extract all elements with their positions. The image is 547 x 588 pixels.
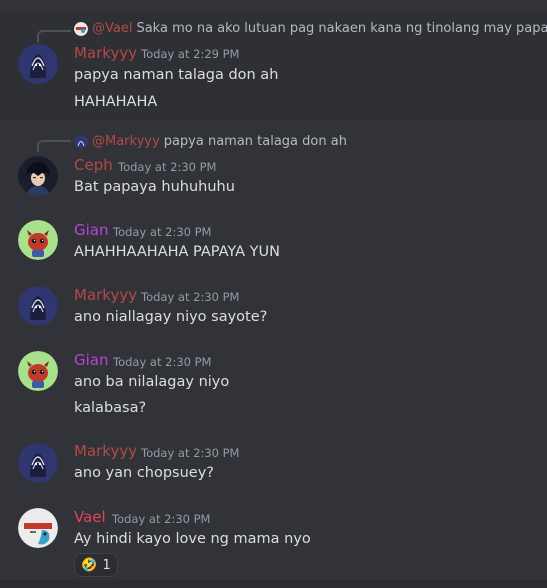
- reply-text[interactable]: Saka mo na ako lutuan pag nakaen kana ng…: [136, 21, 547, 36]
- reply-spine: [37, 140, 71, 152]
- reaction-count: 1: [102, 557, 111, 573]
- avatar[interactable]: [18, 286, 58, 326]
- message-line: kalabasa?: [74, 400, 147, 416]
- author-name[interactable]: Vael: [74, 508, 106, 526]
- message-ceph[interactable]: @Markyyy papya naman talaga don ah Ceph …: [0, 130, 547, 202]
- author-name[interactable]: Markyyy: [74, 44, 137, 62]
- message-markyyy-3[interactable]: Markyyy Today at 2:30 PM ano yan chopsue…: [0, 439, 547, 489]
- avatar[interactable]: [18, 508, 58, 548]
- timestamp: Today at 2:30 PM: [118, 160, 217, 174]
- rofl-emoji-icon: 🤣: [81, 557, 98, 573]
- reply-mention[interactable]: @Markyyy: [92, 134, 160, 149]
- timestamp: Today at 2:30 PM: [112, 512, 211, 526]
- message-gian-1[interactable]: Gian Today at 2:30 PM AHAHHAAHAHA PAPAYA…: [0, 218, 547, 268]
- reaction-button[interactable]: 🤣 1: [74, 553, 118, 577]
- message-line: Ay hindi kayo love ng mama nyo: [74, 531, 311, 547]
- message-line: papya naman talaga don ah: [74, 67, 279, 83]
- reply-text[interactable]: papya naman talaga don ah: [164, 134, 347, 149]
- message-line: ano yan chopsuey?: [74, 465, 215, 481]
- chat-message-list: @Vael Saka mo na ako lutuan pag nakaen k…: [0, 0, 547, 588]
- message-markyyy-2[interactable]: Markyyy Today at 2:30 PM ano niallagay n…: [0, 283, 547, 333]
- author-name[interactable]: Gian: [74, 221, 109, 239]
- author-name[interactable]: Markyyy: [74, 286, 137, 304]
- message-markyyy-1[interactable]: @Vael Saka mo na ako lutuan pag nakaen k…: [0, 12, 547, 120]
- timestamp: Today at 2:30 PM: [113, 225, 212, 239]
- composer-edge: [0, 580, 547, 588]
- avatar[interactable]: [18, 156, 58, 196]
- timestamp: Today at 2:29 PM: [141, 47, 240, 61]
- reply-spine: [37, 30, 71, 42]
- message-line: Bat papaya huhuhuhu: [74, 179, 235, 195]
- reply-preview[interactable]: @Markyyy papya naman talaga don ah: [74, 134, 347, 149]
- message-line: ano ba nilalagay niyo: [74, 374, 230, 390]
- message-line: AHAHHAAHAHA PAPAYA YUN: [74, 244, 280, 260]
- vael-mini-avatar: [74, 21, 88, 36]
- author-name[interactable]: Gian: [74, 351, 109, 369]
- message-line: ano niallagay niyo sayote?: [74, 309, 268, 325]
- reply-mention[interactable]: @Vael: [92, 21, 132, 36]
- message-vael[interactable]: Vael Today at 2:30 PM Ay hindi kayo love…: [0, 504, 547, 580]
- message-gian-2[interactable]: Gian Today at 2:30 PM ano ba nilalagay n…: [0, 348, 547, 426]
- markyyy-mini-avatar: [74, 134, 88, 149]
- avatar[interactable]: [18, 220, 58, 260]
- reply-preview[interactable]: @Vael Saka mo na ako lutuan pag nakaen k…: [74, 21, 547, 36]
- timestamp: Today at 2:30 PM: [141, 290, 240, 304]
- author-name[interactable]: Ceph: [74, 156, 113, 174]
- timestamp: Today at 2:30 PM: [141, 446, 240, 460]
- timestamp: Today at 2:30 PM: [113, 355, 212, 369]
- message-line: HAHAHAHA: [74, 94, 158, 110]
- avatar[interactable]: [18, 351, 58, 391]
- avatar[interactable]: [18, 443, 58, 483]
- avatar[interactable]: [18, 44, 58, 84]
- author-name[interactable]: Markyyy: [74, 442, 137, 460]
